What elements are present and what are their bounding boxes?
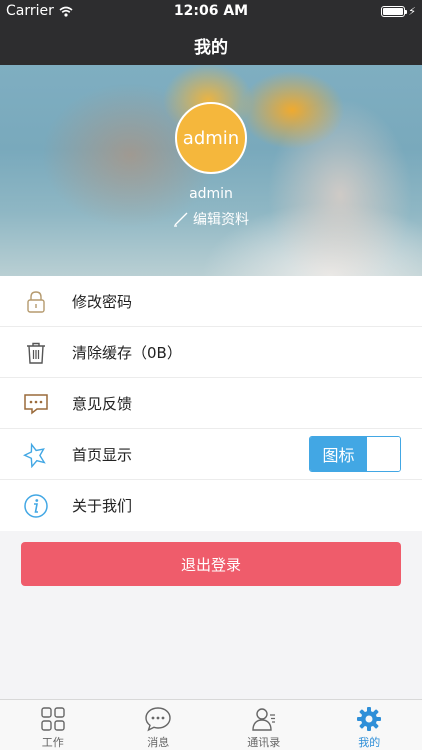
info-icon	[23, 493, 49, 519]
username: admin	[189, 186, 233, 202]
grid-icon	[40, 706, 66, 732]
avatar[interactable]: admin	[175, 102, 247, 174]
gear-icon	[356, 706, 382, 732]
battery-icon	[381, 6, 408, 17]
menu-item-homepage-display: 首页显示 图标	[0, 429, 422, 480]
pencil-icon	[174, 212, 188, 227]
trash-icon	[23, 340, 49, 366]
status-bar: Carrier 12:06 AM ⚡	[0, 0, 422, 22]
menu-item-label: 意见反馈	[72, 394, 133, 413]
tab-label: 通讯录	[247, 736, 281, 749]
toggle-knob	[367, 437, 400, 471]
star-icon	[23, 442, 49, 468]
battery-area: ⚡	[381, 5, 416, 18]
top-bar: Carrier 12:06 AM ⚡ 我的	[0, 0, 422, 65]
contacts-icon	[251, 706, 277, 732]
logout-button[interactable]: 退出登录	[21, 542, 401, 586]
tab-contacts[interactable]: 通讯录	[211, 700, 317, 750]
feedback-icon	[23, 391, 49, 417]
menu-item-change-password[interactable]: 修改密码	[0, 276, 422, 327]
edit-profile-button[interactable]: 编辑资料	[0, 209, 422, 229]
menu-item-label: 清除缓存（0B）	[72, 343, 182, 362]
tab-label: 我的	[358, 736, 381, 749]
profile-header: admin admin 编辑资料	[0, 65, 422, 276]
menu-item-label: 修改密码	[72, 292, 133, 311]
tab-messages[interactable]: 消息	[106, 700, 212, 750]
tab-label: 工作	[41, 736, 64, 749]
charging-icon: ⚡	[408, 5, 416, 18]
chat-icon	[144, 706, 172, 732]
tab-mine[interactable]: 我的	[317, 700, 422, 750]
page-title: 我的	[194, 38, 228, 58]
status-time: 12:06 AM	[173, 3, 249, 19]
menu-item-about-us[interactable]: 关于我们	[0, 480, 422, 531]
tab-bar: 工作 消息 通讯录 我的	[0, 699, 422, 750]
homepage-display-toggle[interactable]: 图标	[309, 436, 401, 472]
menu-item-clear-cache[interactable]: 清除缓存（0B）	[0, 327, 422, 378]
menu-item-label: 关于我们	[72, 497, 133, 515]
tab-work[interactable]: 工作	[0, 700, 106, 750]
edit-profile-label: 编辑资料	[193, 212, 249, 228]
settings-menu: 修改密码 清除缓存（0B） 意见反馈 首页显示 图标 关于我们	[0, 276, 422, 531]
menu-item-feedback[interactable]: 意见反馈	[0, 378, 422, 429]
lock-icon	[23, 289, 49, 315]
menu-item-label: 首页显示	[72, 445, 133, 464]
toggle-label: 图标	[310, 437, 367, 471]
tab-label: 消息	[147, 736, 170, 749]
